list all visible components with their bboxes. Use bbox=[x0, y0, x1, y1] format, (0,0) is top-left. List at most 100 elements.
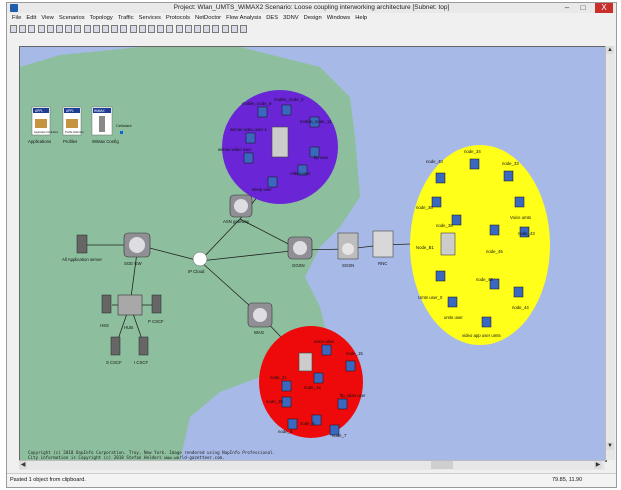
scscf-server-icon[interactable] bbox=[110, 336, 121, 356]
wlan_cell-node-icon[interactable] bbox=[513, 286, 524, 298]
palette-tool-icon[interactable] bbox=[166, 25, 174, 33]
wimax_cell-node-icon[interactable] bbox=[243, 152, 254, 164]
red_cell-node-label: node_14 bbox=[304, 385, 321, 390]
menu-services[interactable]: Services bbox=[139, 14, 161, 23]
menu-file[interactable]: File bbox=[12, 14, 21, 23]
icscf-server-icon[interactable] bbox=[138, 336, 149, 356]
scroll-thumb[interactable] bbox=[431, 461, 453, 469]
move-tool-icon[interactable] bbox=[102, 25, 109, 33]
wlan_cell-node-icon[interactable] bbox=[514, 196, 525, 208]
wlan_cell-node-icon[interactable] bbox=[435, 172, 446, 184]
menu-edit[interactable]: Edit bbox=[26, 14, 36, 23]
red_cell-node-icon[interactable] bbox=[281, 380, 292, 392]
scroll-right-icon[interactable]: ▶ bbox=[594, 461, 602, 469]
undo-tool-icon[interactable] bbox=[74, 25, 82, 33]
cut-tool-icon[interactable] bbox=[46, 25, 54, 33]
wlan_cell-node-icon[interactable] bbox=[431, 196, 442, 208]
verify-tool-icon[interactable] bbox=[184, 25, 192, 33]
help-tool-icon[interactable] bbox=[230, 25, 238, 33]
node-tool-icon[interactable] bbox=[129, 25, 137, 33]
maximize-button[interactable]: □ bbox=[575, 3, 591, 13]
wlan_cell-node-icon[interactable] bbox=[451, 214, 462, 226]
hub-icon[interactable] bbox=[117, 294, 143, 316]
menu-help[interactable]: Help bbox=[355, 14, 367, 23]
close-button[interactable]: X bbox=[595, 3, 613, 13]
menu-3dnv[interactable]: 3DNV bbox=[283, 14, 298, 23]
wimax_cell-node-icon[interactable] bbox=[245, 132, 256, 144]
wlan_cell-node-icon[interactable] bbox=[481, 316, 492, 328]
status-message: Pasted 1 object from clipboard. bbox=[10, 477, 86, 483]
wlan_cell-node-label: node_45 bbox=[486, 249, 503, 254]
open-tool-icon[interactable] bbox=[19, 25, 27, 33]
rnc-icon[interactable] bbox=[372, 230, 394, 258]
menu-netdoctor[interactable]: NetDoctor bbox=[195, 14, 221, 23]
copy-tool-icon[interactable] bbox=[56, 25, 63, 33]
export-tool-icon[interactable] bbox=[203, 25, 211, 33]
applications-sub: Application Definition bbox=[34, 130, 59, 134]
config-tool-icon[interactable] bbox=[157, 25, 165, 33]
vertical-scrollbar[interactable]: ▲ ▼ bbox=[605, 46, 615, 460]
access-point-icon[interactable] bbox=[298, 352, 313, 372]
wlan_cell-node-icon[interactable] bbox=[435, 270, 446, 282]
subnet-tool-icon[interactable] bbox=[138, 25, 146, 33]
import-tool-icon[interactable] bbox=[194, 25, 201, 33]
red_cell-node-icon[interactable] bbox=[345, 360, 356, 372]
cellular-icon[interactable] bbox=[120, 131, 123, 134]
wlan_cell-node-icon[interactable] bbox=[469, 158, 480, 170]
menu-topology[interactable]: Topology bbox=[90, 14, 113, 23]
menu-des[interactable]: DES bbox=[266, 14, 278, 23]
minimize-button[interactable]: – bbox=[559, 3, 575, 13]
link-tool-icon[interactable] bbox=[120, 25, 128, 33]
hss-server-icon[interactable] bbox=[101, 294, 112, 314]
view-tool-icon[interactable] bbox=[240, 25, 247, 33]
wimax_cell-node-icon[interactable] bbox=[257, 106, 268, 118]
select-tool-icon[interactable] bbox=[111, 25, 119, 33]
wimax_cell-node-icon[interactable] bbox=[267, 176, 278, 188]
ip-cloud-icon[interactable] bbox=[192, 251, 208, 267]
ggsn-label: GGSN bbox=[292, 263, 305, 268]
app-server-label: All Application server bbox=[62, 257, 102, 262]
menu-windows[interactable]: Windows bbox=[327, 14, 351, 23]
wimax_cell-node-icon[interactable] bbox=[281, 104, 292, 116]
menu-view[interactable]: View bbox=[41, 14, 53, 23]
red_cell-node-icon[interactable] bbox=[313, 372, 324, 384]
menu-design[interactable]: Design bbox=[304, 14, 322, 23]
grid-tool-icon[interactable] bbox=[148, 25, 155, 33]
scroll-down-icon[interactable]: ▼ bbox=[606, 442, 614, 450]
application-window: Project: Wlan_UMTS_WiMAX2 Scenario: Loos… bbox=[6, 2, 617, 488]
title-bar[interactable]: Project: Wlan_UMTS_WiMAX2 Scenario: Loos… bbox=[7, 3, 616, 13]
save-tool-icon[interactable] bbox=[28, 25, 36, 33]
applications-stack-icon bbox=[35, 119, 47, 128]
pcscf-server-icon[interactable] bbox=[151, 294, 162, 314]
menu-bar: File Edit View Scenarios Topology Traffic Serv… bbox=[7, 14, 616, 23]
check-tool-icon[interactable] bbox=[175, 25, 183, 33]
info-tool-icon[interactable] bbox=[212, 25, 220, 33]
wimax-base-station-icon[interactable] bbox=[271, 126, 289, 158]
wlan_cell-node-icon[interactable] bbox=[447, 296, 458, 308]
hub-label: HUB bbox=[124, 325, 133, 330]
run-tool-icon[interactable] bbox=[221, 25, 229, 33]
node-b-icon[interactable] bbox=[440, 232, 456, 256]
red_cell-node-icon[interactable] bbox=[287, 418, 298, 430]
network-canvas[interactable]: mobile_node_9 mobile_node_3 mobile_node_11… bbox=[19, 46, 607, 462]
new-tool-icon[interactable] bbox=[10, 25, 17, 33]
print-tool-icon[interactable] bbox=[37, 25, 45, 33]
menu-scenarios[interactable]: Scenarios bbox=[59, 14, 85, 23]
wlan_cell-node-icon[interactable] bbox=[489, 224, 500, 236]
zoom-in-tool-icon[interactable] bbox=[83, 25, 91, 33]
scroll-left-icon[interactable]: ◀ bbox=[19, 461, 27, 469]
ggsn-router-symbol bbox=[293, 241, 307, 255]
red_cell-node-icon[interactable] bbox=[281, 396, 292, 408]
wimax_cell-node-label: mobile_node_3 bbox=[274, 97, 304, 102]
menu-protocols[interactable]: Protocols bbox=[166, 14, 190, 23]
menu-traffic[interactable]: Traffic bbox=[118, 14, 134, 23]
red_cell-node-icon[interactable] bbox=[321, 344, 332, 356]
menu-flow-analysis[interactable]: Flow Analysis bbox=[226, 14, 261, 23]
zoom-out-tool-icon[interactable] bbox=[92, 25, 100, 33]
scroll-up-icon[interactable]: ▲ bbox=[606, 46, 614, 54]
app-server-icon[interactable] bbox=[76, 234, 88, 254]
horizontal-scrollbar[interactable]: ◀ ▶ bbox=[19, 460, 605, 470]
paste-tool-icon[interactable] bbox=[65, 25, 73, 33]
wlan_cell-node-icon[interactable] bbox=[503, 170, 514, 182]
red_cell-node-icon[interactable] bbox=[337, 398, 348, 410]
